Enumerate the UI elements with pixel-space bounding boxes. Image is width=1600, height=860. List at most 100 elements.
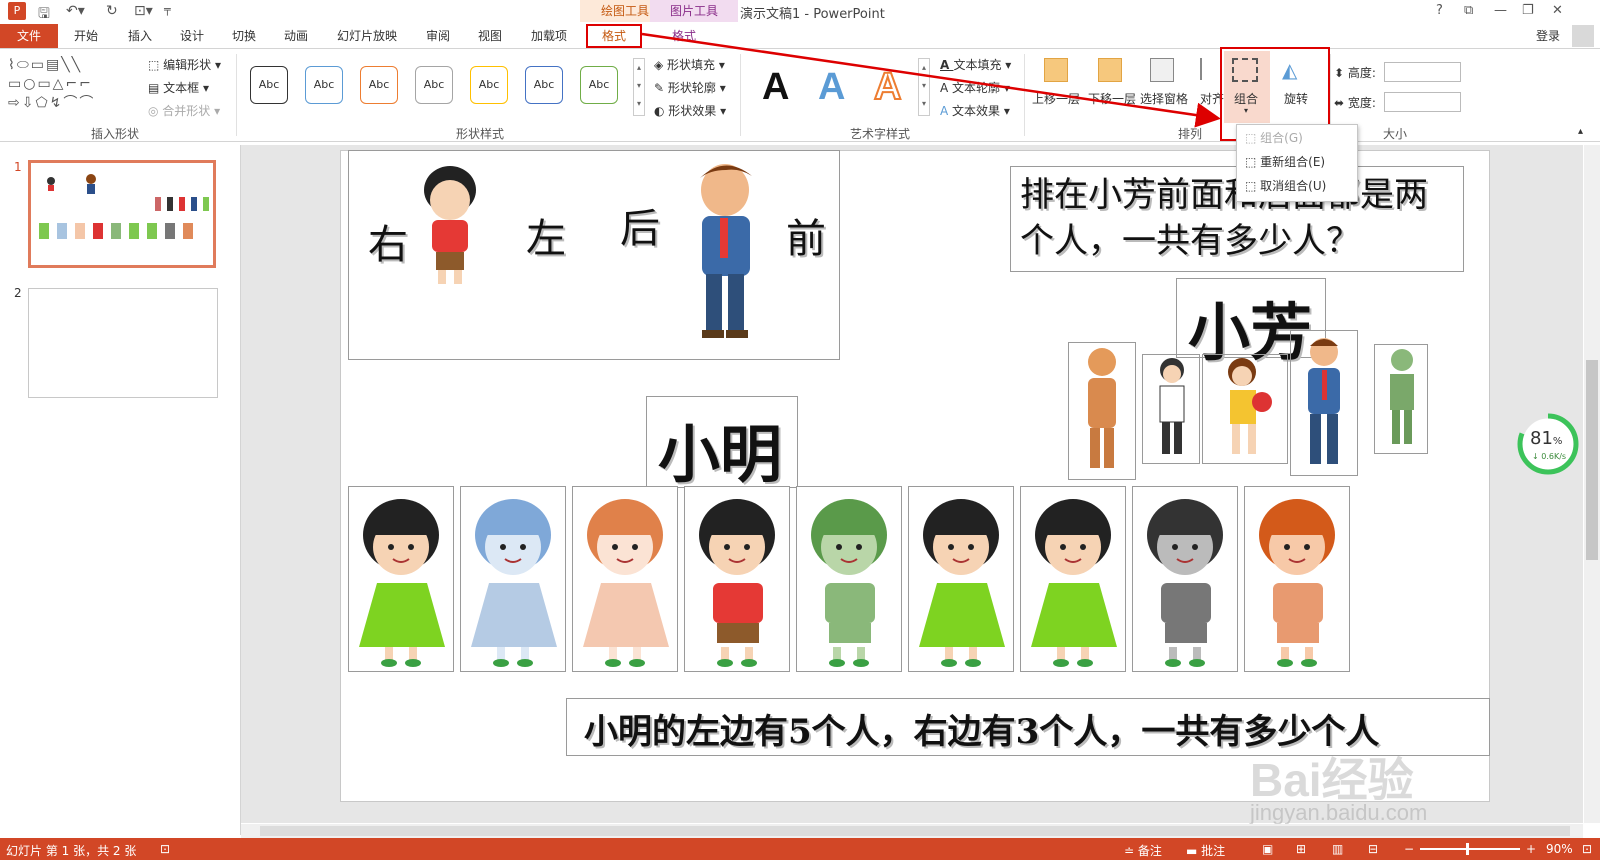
shape-effect-button[interactable]: ◐ 形状效果 ▾ bbox=[654, 102, 726, 119]
presentation-icon[interactable]: ⊡▾ bbox=[134, 3, 153, 19]
shape-style-7[interactable]: Abc bbox=[580, 66, 618, 104]
help-icon[interactable]: ? bbox=[1436, 3, 1443, 18]
customize-qat-icon[interactable]: ╤ bbox=[164, 3, 171, 16]
fit-slide-icon[interactable]: ⊡ bbox=[1582, 842, 1592, 856]
reading-view-icon[interactable]: ▥ bbox=[1332, 842, 1343, 856]
shape-fill-button[interactable]: ◈ 形状填充 ▾ bbox=[654, 56, 725, 73]
insert-shapes-label: 插入形状 bbox=[90, 127, 139, 141]
arrange-label: 排列 bbox=[1177, 127, 1202, 141]
slide-thumbnail-2[interactable] bbox=[28, 288, 218, 398]
shape-outline-button[interactable]: ✎ 形状轮廓 ▾ bbox=[654, 79, 726, 96]
textbox-button[interactable]: ▤ 文本框 ▾ bbox=[148, 79, 209, 96]
text-outline-icon: A bbox=[940, 81, 953, 95]
tab-animations[interactable]: 动画 bbox=[276, 24, 316, 48]
restore-icon[interactable]: ❐ bbox=[1522, 3, 1534, 18]
kid-figure-box[interactable] bbox=[1132, 486, 1238, 672]
minimize-icon[interactable]: — bbox=[1494, 3, 1507, 18]
tab-slideshow[interactable]: 幻灯片放映 bbox=[332, 24, 402, 48]
kid-figure bbox=[699, 499, 775, 667]
kid-figure-box[interactable] bbox=[684, 486, 790, 672]
menu-item-ungroup[interactable]: ⬚ 取消组合(U) bbox=[1245, 177, 1326, 194]
merge-shape-button[interactable]: ◎ 合并形状 ▾ bbox=[148, 102, 220, 119]
pencil-icon: ✎ bbox=[654, 81, 668, 95]
wordart-style-3[interactable]: A bbox=[873, 65, 902, 109]
kid-figure bbox=[1031, 499, 1117, 667]
comments-button[interactable]: ▬ 批注 bbox=[1186, 842, 1225, 859]
menu-item-regroup[interactable]: ⬚ 重新组合(E) bbox=[1245, 153, 1325, 170]
menu-item-group[interactable]: ⬚ 组合(G) bbox=[1245, 129, 1303, 146]
selection-pane-button[interactable]: 选择窗格 bbox=[1140, 90, 1188, 107]
status-bar bbox=[0, 838, 1600, 860]
close-icon[interactable]: ✕ bbox=[1552, 3, 1563, 18]
kid-figure bbox=[583, 499, 669, 667]
edit-shape-button[interactable]: ⬚ 编辑形状 ▾ bbox=[148, 56, 221, 73]
man-suit-figure bbox=[1308, 338, 1340, 464]
tab-view[interactable]: 视图 bbox=[470, 24, 510, 48]
kid-figure-box[interactable] bbox=[1020, 486, 1126, 672]
zoom-level[interactable]: 90% bbox=[1546, 842, 1573, 856]
text-outline-button[interactable]: A 文本轮廓 ▾ bbox=[940, 79, 1010, 96]
spellcheck-icon[interactable]: ⊡ bbox=[160, 842, 170, 856]
slideshow-view-icon[interactable]: ⊟ bbox=[1368, 842, 1378, 856]
vertical-scroll-thumb[interactable] bbox=[1586, 360, 1598, 560]
horizontal-scroll-thumb[interactable] bbox=[260, 826, 1570, 836]
kid-figure-box[interactable] bbox=[460, 486, 566, 672]
tab-format-drawing[interactable]: 格式 bbox=[586, 24, 642, 48]
shape-style-3[interactable]: Abc bbox=[360, 66, 398, 104]
shape-style-scroll[interactable]: ▴ ▾ ▾ bbox=[633, 58, 645, 116]
slide-sorter-icon[interactable]: ⊞ bbox=[1296, 842, 1306, 856]
kid-figure-box[interactable] bbox=[796, 486, 902, 672]
text-fill-button[interactable]: A 文本填充 ▾ bbox=[940, 56, 1011, 73]
kid-figure-box[interactable] bbox=[1244, 486, 1350, 672]
tab-transitions[interactable]: 切换 bbox=[224, 24, 264, 48]
bring-forward-button[interactable]: 上移一层 bbox=[1032, 90, 1080, 107]
slide-number-1: 1 bbox=[14, 160, 22, 174]
tab-review[interactable]: 审阅 bbox=[418, 24, 458, 48]
size-label: 大小 bbox=[1382, 127, 1407, 141]
shape-style-4[interactable]: Abc bbox=[415, 66, 453, 104]
shape-style-6[interactable]: Abc bbox=[525, 66, 563, 104]
wordart-scroll[interactable]: ▴ ▾ ▾ bbox=[918, 58, 930, 116]
shape-style-2[interactable]: Abc bbox=[305, 66, 343, 104]
collapse-ribbon-icon[interactable]: ▴ bbox=[1578, 126, 1583, 137]
tab-insert[interactable]: 插入 bbox=[120, 24, 160, 48]
normal-view-icon[interactable]: ▣ bbox=[1262, 842, 1273, 856]
kid-figure-box[interactable] bbox=[908, 486, 1014, 672]
zoom-out-icon[interactable]: − bbox=[1404, 842, 1414, 856]
dir-front-text: 前 bbox=[786, 216, 826, 262]
tab-addins[interactable]: 加载项 bbox=[522, 24, 576, 48]
notes-button[interactable]: ≐ 备注 bbox=[1124, 842, 1162, 859]
kid-figure bbox=[471, 499, 557, 667]
tab-file[interactable]: 文件 bbox=[0, 24, 58, 48]
width-input[interactable] bbox=[1384, 92, 1461, 112]
zoom-slider[interactable] bbox=[1420, 848, 1520, 850]
login-link[interactable]: 登录 bbox=[1530, 24, 1566, 48]
shape-style-5[interactable]: Abc bbox=[470, 66, 508, 104]
send-backward-button[interactable]: 下移一层 bbox=[1088, 90, 1136, 107]
wordart-style-2[interactable]: A bbox=[818, 66, 845, 109]
zoom-slider-thumb[interactable] bbox=[1466, 843, 1469, 855]
kid-figure-box[interactable] bbox=[572, 486, 678, 672]
shape-style-1[interactable]: Abc bbox=[250, 66, 288, 104]
slide-thumbnail-1[interactable] bbox=[28, 160, 216, 268]
kid-figure-box[interactable] bbox=[348, 486, 454, 672]
ribbon-display-icon[interactable]: ⧉ bbox=[1464, 3, 1473, 18]
tab-design[interactable]: 设计 bbox=[172, 24, 212, 48]
tab-format-picture[interactable]: 格式 bbox=[656, 24, 712, 48]
undo-icon[interactable]: ↶▾ bbox=[66, 3, 85, 19]
kid-figure bbox=[1147, 499, 1223, 667]
height-input[interactable] bbox=[1384, 62, 1461, 82]
divider bbox=[236, 54, 237, 136]
gauge-speed: ↓ 0.6K/s bbox=[1532, 452, 1567, 461]
avatar[interactable] bbox=[1572, 25, 1594, 47]
paint-bucket-icon: ◈ bbox=[654, 58, 668, 72]
shapes-gallery[interactable]: ⌇⬭▭▤╲╲ ▭○▭△⌐⌐ ⇨⇩⬠↯⌒⌒ bbox=[8, 56, 136, 114]
tab-home[interactable]: 开始 bbox=[66, 24, 106, 48]
zoom-in-icon[interactable]: + bbox=[1526, 842, 1536, 856]
text-effect-button[interactable]: A 文本效果 ▾ bbox=[940, 102, 1010, 119]
redo-icon[interactable]: ↻ bbox=[106, 3, 118, 19]
text-effect-icon: A bbox=[940, 104, 953, 118]
document-title: 演示文稿1 - PowerPoint bbox=[740, 7, 885, 22]
wordart-style-1[interactable]: A bbox=[762, 66, 789, 109]
align-icon bbox=[1200, 58, 1222, 80]
